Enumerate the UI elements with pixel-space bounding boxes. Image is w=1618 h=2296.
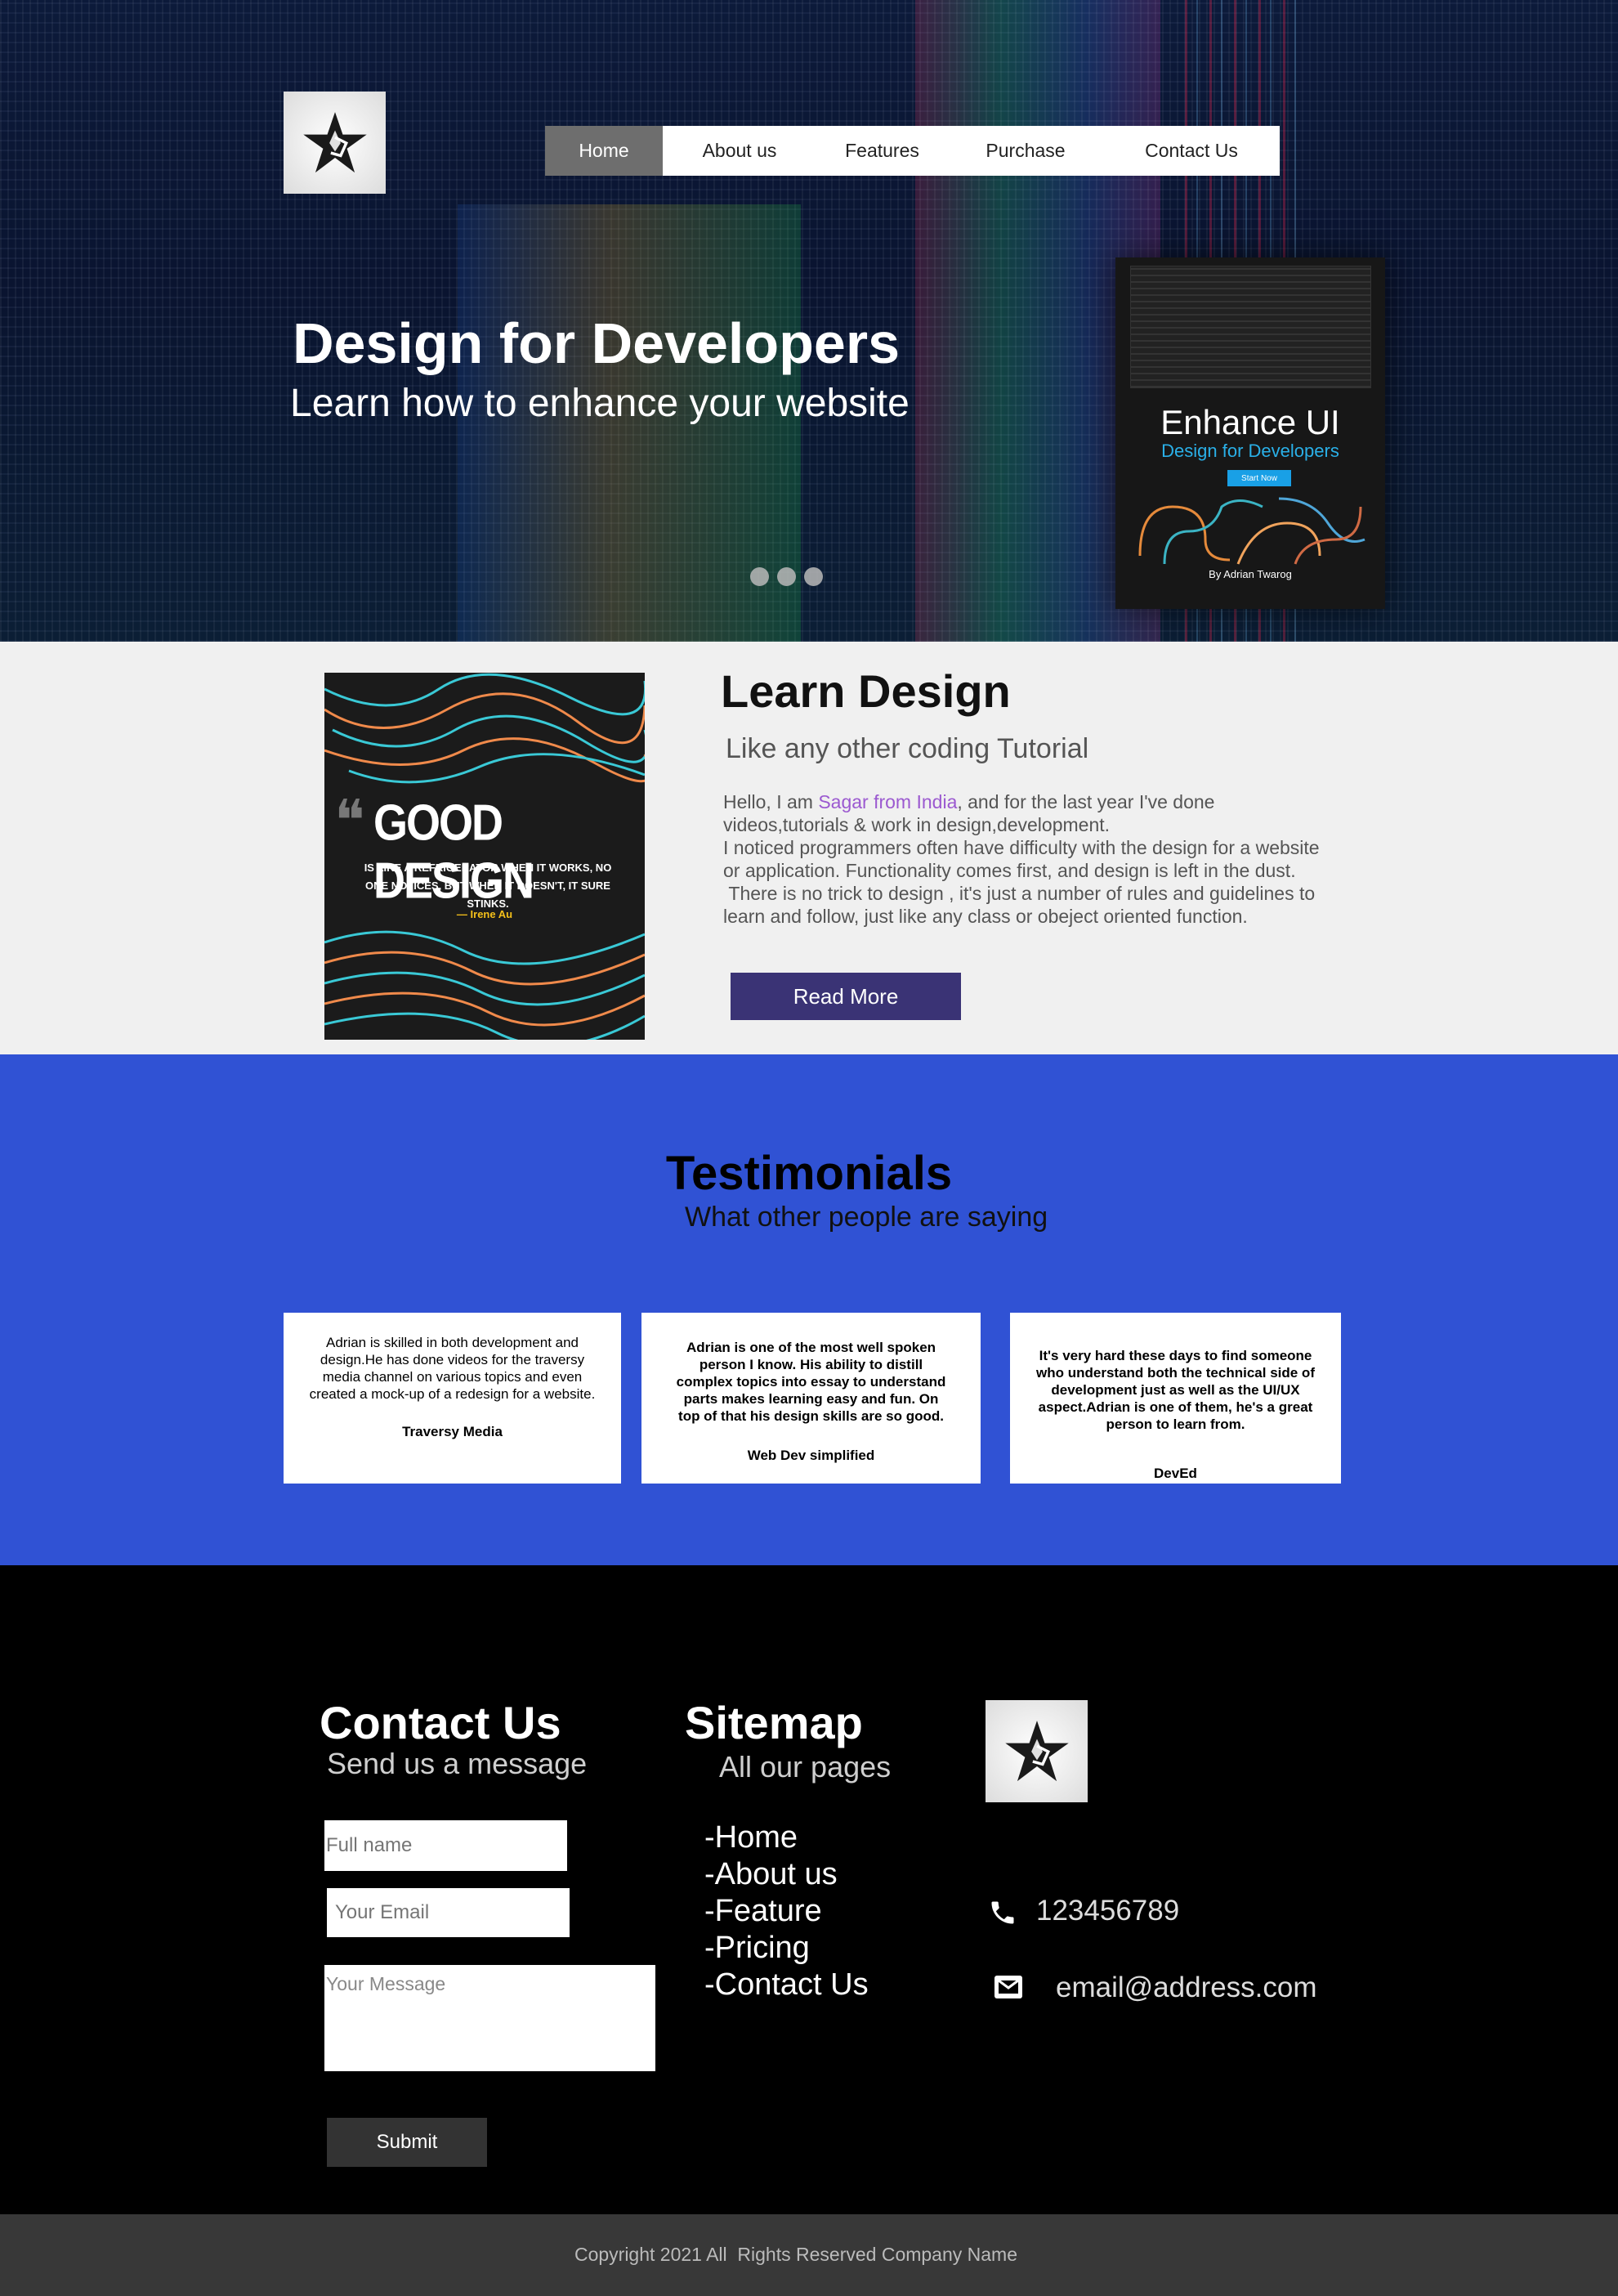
good-design-poster: ❝ GOOD DESIGN IS LIKE A REFRIGERATOR WHE… [324, 673, 645, 1040]
sitemap-subtitle: All our pages [719, 1750, 892, 1784]
contact-title: Contact Us [320, 1697, 561, 1748]
testimonial-card: It's very hard these days to find someon… [1010, 1313, 1341, 1484]
carousel-dot[interactable] [750, 567, 769, 586]
footer: Contact Us Send us a message Sitemap All… [0, 1565, 1618, 2214]
learn-title: Learn Design [721, 665, 1011, 717]
hero-title: Design for Developers [293, 311, 900, 375]
testimonial-text: Adrian is one of the most well spoken pe… [676, 1340, 946, 1424]
hero-banner: Home About us Features Purchase Contact … [0, 0, 1618, 642]
book-screenshot [1130, 266, 1371, 388]
testimonials-section: Testimonials What other people are sayin… [0, 1054, 1618, 1565]
main-nav: Home About us Features Purchase Contact … [545, 126, 1280, 176]
learn-design-section: ❝ GOOD DESIGN IS LIKE A REFRIGERATOR WHE… [0, 642, 1618, 1054]
copyright-text: Copyright 2021 All Rights Reserved Compa… [574, 2244, 1018, 2265]
learn-description: Hello, I am Sagar from India, and for th… [723, 790, 1328, 928]
sitemap-link-contact[interactable]: -Contact Us [704, 1967, 869, 2003]
nav-contact-us[interactable]: Contact Us [1103, 126, 1280, 176]
star-logo-icon [302, 111, 367, 172]
sitemap-link-feature[interactable]: -Feature [704, 1894, 822, 1929]
poster-quote: IS LIKE A REFRIGERATOR WHEN IT WORKS, NO… [364, 862, 612, 910]
nav-purchase[interactable]: Purchase [948, 126, 1103, 176]
phone-icon [991, 1901, 1014, 1924]
testimonial-author: Traversy Media [402, 1424, 503, 1439]
testimonial-card: Adrian is skilled in both development an… [284, 1313, 621, 1484]
book-author: By Adrian Twarog [1209, 568, 1292, 580]
testimonials-subtitle: What other people are saying [685, 1202, 1048, 1233]
quote-mark-icon: ❝ [334, 787, 365, 854]
site-logo[interactable] [284, 92, 386, 194]
star-logo-icon [1004, 1720, 1069, 1781]
nav-features[interactable]: Features [816, 126, 948, 176]
sitemap-title: Sitemap [685, 1697, 863, 1748]
submit-button[interactable]: Submit [327, 2118, 487, 2167]
book-pattern [1138, 497, 1365, 565]
paragraph-3: There is no trick to design , it's just … [723, 883, 1321, 927]
paragraph-2: I noticed programmers often have difficu… [723, 837, 1320, 881]
learn-subtitle: Like any other coding Tutorial [726, 733, 1089, 764]
testimonial-card: Adrian is one of the most well spoken pe… [641, 1313, 981, 1484]
book-subtitle: Design for Developers [1161, 441, 1339, 461]
carousel-dot[interactable] [804, 567, 823, 586]
envelope-icon [994, 1976, 1022, 1998]
copyright-bar: Copyright 2021 All Rights Reserved Compa… [0, 2214, 1618, 2296]
book-start-button: Start Now [1227, 470, 1291, 486]
sitemap-link-about[interactable]: -About us [704, 1857, 838, 1892]
testimonial-author: DevEd [1154, 1466, 1197, 1481]
phone-number: 123456789 [1036, 1895, 1180, 1927]
nav-home[interactable]: Home [545, 126, 663, 176]
email-address[interactable]: email@address.com [1056, 1972, 1317, 2004]
sitemap-link-home[interactable]: -Home [704, 1820, 798, 1855]
hero-subtitle: Learn how to enhance your website [290, 382, 910, 425]
nav-about-us[interactable]: About us [663, 126, 816, 176]
footer-logo[interactable] [986, 1700, 1088, 1802]
carousel-indicators [750, 567, 823, 586]
book-cover: Enhance UI Design for Developers Start N… [1115, 257, 1385, 609]
message-textarea[interactable]: Your Message [324, 1965, 655, 2071]
poster-author: — Irene Au [456, 908, 513, 920]
sitemap-link-pricing[interactable]: -Pricing [704, 1931, 810, 1966]
intro-text: Hello, I am [723, 791, 819, 812]
book-title: Enhance UI [1160, 403, 1340, 441]
testimonials-title: Testimonials [665, 1147, 953, 1200]
contact-subtitle: Send us a message [327, 1747, 588, 1780]
testimonial-text: Adrian is skilled in both development an… [309, 1335, 596, 1402]
author-link[interactable]: Sagar from India [818, 791, 957, 812]
full-name-input[interactable] [324, 1820, 567, 1871]
email-input[interactable] [327, 1888, 570, 1937]
read-more-button[interactable]: Read More [731, 973, 961, 1020]
carousel-dot[interactable] [777, 567, 796, 586]
testimonial-author: Web Dev simplified [747, 1448, 875, 1463]
testimonial-text: It's very hard these days to find someon… [1036, 1348, 1315, 1432]
